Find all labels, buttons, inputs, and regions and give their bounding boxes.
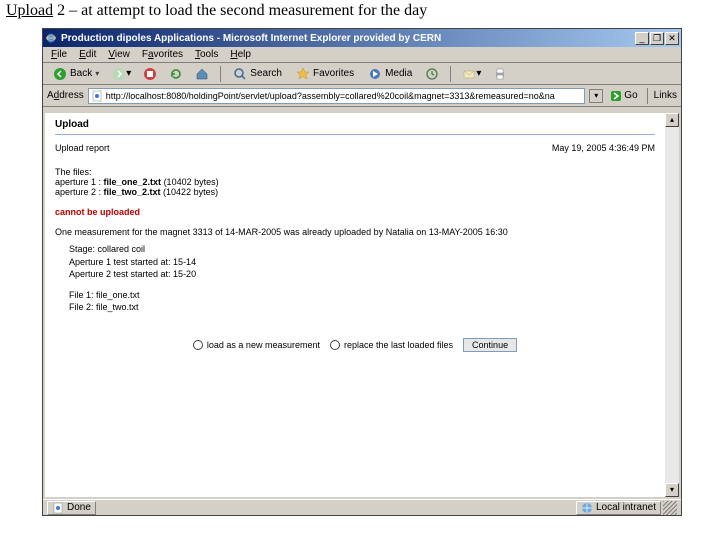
- ie-icon: [45, 32, 57, 44]
- toolbar-separator-2: [450, 66, 451, 82]
- address-dropdown-icon[interactable]: ▾: [589, 89, 603, 103]
- mail-icon: [462, 67, 476, 81]
- file1-line: File 1: file_one.txt: [69, 289, 655, 302]
- resize-grip-icon[interactable]: [663, 501, 677, 515]
- nav-toolbar: Back ▾ ▾ Search Favorites Media: [43, 63, 681, 85]
- search-icon: [233, 67, 247, 81]
- caption-underlined: Upload: [6, 2, 53, 19]
- upload-heading: Upload: [55, 119, 655, 130]
- maximize-button[interactable]: ❐: [650, 32, 664, 45]
- forward-button[interactable]: ▾: [109, 66, 134, 82]
- file2-line: File 2: file_two.txt: [69, 301, 655, 314]
- back-button[interactable]: Back ▾: [49, 66, 103, 82]
- status-zone: Local intranet: [576, 501, 661, 515]
- history-button[interactable]: [422, 66, 442, 82]
- go-button[interactable]: Go: [607, 90, 640, 102]
- menu-file[interactable]: File: [51, 49, 67, 60]
- mail-dropdown-icon[interactable]: ▾: [476, 68, 481, 79]
- media-button[interactable]: Media: [364, 66, 416, 82]
- upload-report-label: Upload report: [55, 143, 110, 153]
- error-message: cannot be uploaded: [55, 207, 655, 217]
- address-url: http://localhost:8080/holdingPoint/servl…: [106, 91, 555, 101]
- forward-dropdown-icon[interactable]: ▾: [126, 68, 131, 79]
- menubar: File Edit View Favorites Tools Help: [43, 47, 681, 63]
- slide-caption: Upload 2 – at attempt to load the second…: [0, 0, 720, 24]
- menu-tools[interactable]: Tools: [195, 49, 218, 60]
- addr-separator: [647, 88, 648, 104]
- forward-arrow-icon: [112, 67, 126, 81]
- address-field[interactable]: http://localhost:8080/holdingPoint/servl…: [88, 88, 586, 104]
- menu-edit[interactable]: Edit: [79, 49, 96, 60]
- titlebar: Production dipoles Applications - Micros…: [43, 29, 681, 47]
- refresh-icon: [169, 67, 183, 81]
- print-button[interactable]: [490, 66, 510, 82]
- divider: [55, 134, 655, 135]
- window-title: Production dipoles Applications - Micros…: [61, 33, 441, 44]
- media-icon: [368, 67, 382, 81]
- reason-text: One measurement for the magnet 3313 of 1…: [55, 227, 655, 237]
- status-bar: Done Local intranet: [43, 499, 681, 515]
- search-label: Search: [250, 68, 282, 79]
- page-done-icon: [52, 502, 64, 514]
- files-intro: The files:: [55, 167, 655, 177]
- stop-icon: [143, 67, 157, 81]
- radio-icon: [330, 340, 340, 350]
- ap2-start-line: Aperture 2 test started at: 15-20: [69, 268, 655, 281]
- page-content: Upload Upload report May 19, 2005 4:36:4…: [45, 113, 665, 497]
- print-icon: [493, 67, 507, 81]
- scroll-up-icon[interactable]: ▴: [665, 113, 679, 127]
- menu-help[interactable]: Help: [230, 49, 251, 60]
- media-label: Media: [385, 68, 412, 79]
- page-icon: [91, 90, 103, 102]
- aperture-2-file: aperture 2 : file_two_2.txt (10422 bytes…: [55, 187, 655, 197]
- back-dropdown-icon[interactable]: ▾: [95, 69, 99, 78]
- search-button[interactable]: Search: [229, 66, 286, 82]
- timestamp: May 19, 2005 4:36:49 PM: [552, 143, 655, 153]
- stop-button[interactable]: [140, 66, 160, 82]
- option-load-new[interactable]: load as a new measurement: [193, 340, 320, 350]
- address-label: Address: [47, 90, 84, 101]
- refresh-button[interactable]: [166, 66, 186, 82]
- favorites-label: Favorites: [313, 68, 354, 79]
- continue-button[interactable]: Continue: [463, 338, 517, 352]
- favorites-button[interactable]: Favorites: [292, 66, 358, 82]
- menu-view[interactable]: View: [108, 49, 130, 60]
- option-replace[interactable]: replace the last loaded files: [330, 340, 453, 350]
- close-button[interactable]: ✕: [665, 32, 679, 45]
- action-row: load as a new measurement replace the la…: [55, 338, 655, 352]
- home-button[interactable]: [192, 66, 212, 82]
- aperture-1-file: aperture 1 : file_one_2.txt (10402 bytes…: [55, 177, 655, 187]
- intranet-icon: [581, 502, 593, 514]
- caption-rest: 2 – at attempt to load the second measur…: [53, 2, 427, 19]
- details-block: Stage: collared coil Aperture 1 test sta…: [69, 243, 655, 314]
- browser-window: Production dipoles Applications - Micros…: [42, 28, 682, 516]
- status-left: Done: [47, 501, 96, 515]
- toolbar-separator: [220, 66, 221, 82]
- address-bar: Address http://localhost:8080/holdingPoi…: [43, 85, 681, 107]
- minimize-button[interactable]: _: [635, 32, 649, 45]
- home-icon: [195, 67, 209, 81]
- stage-line: Stage: collared coil: [69, 243, 655, 256]
- links-label[interactable]: Links: [654, 90, 677, 101]
- star-icon: [296, 67, 310, 81]
- back-arrow-icon: [53, 67, 67, 81]
- vertical-scrollbar[interactable]: ▴ ▾: [665, 113, 679, 497]
- radio-icon: [193, 340, 203, 350]
- ap1-start-line: Aperture 1 test started at: 15-14: [69, 256, 655, 269]
- scroll-down-icon[interactable]: ▾: [665, 483, 679, 497]
- go-label: Go: [624, 90, 637, 101]
- go-arrow-icon: [610, 90, 622, 102]
- menu-favorites[interactable]: Favorites: [142, 49, 183, 60]
- back-label: Back: [70, 68, 92, 79]
- history-icon: [425, 67, 439, 81]
- mail-button[interactable]: ▾: [459, 66, 484, 82]
